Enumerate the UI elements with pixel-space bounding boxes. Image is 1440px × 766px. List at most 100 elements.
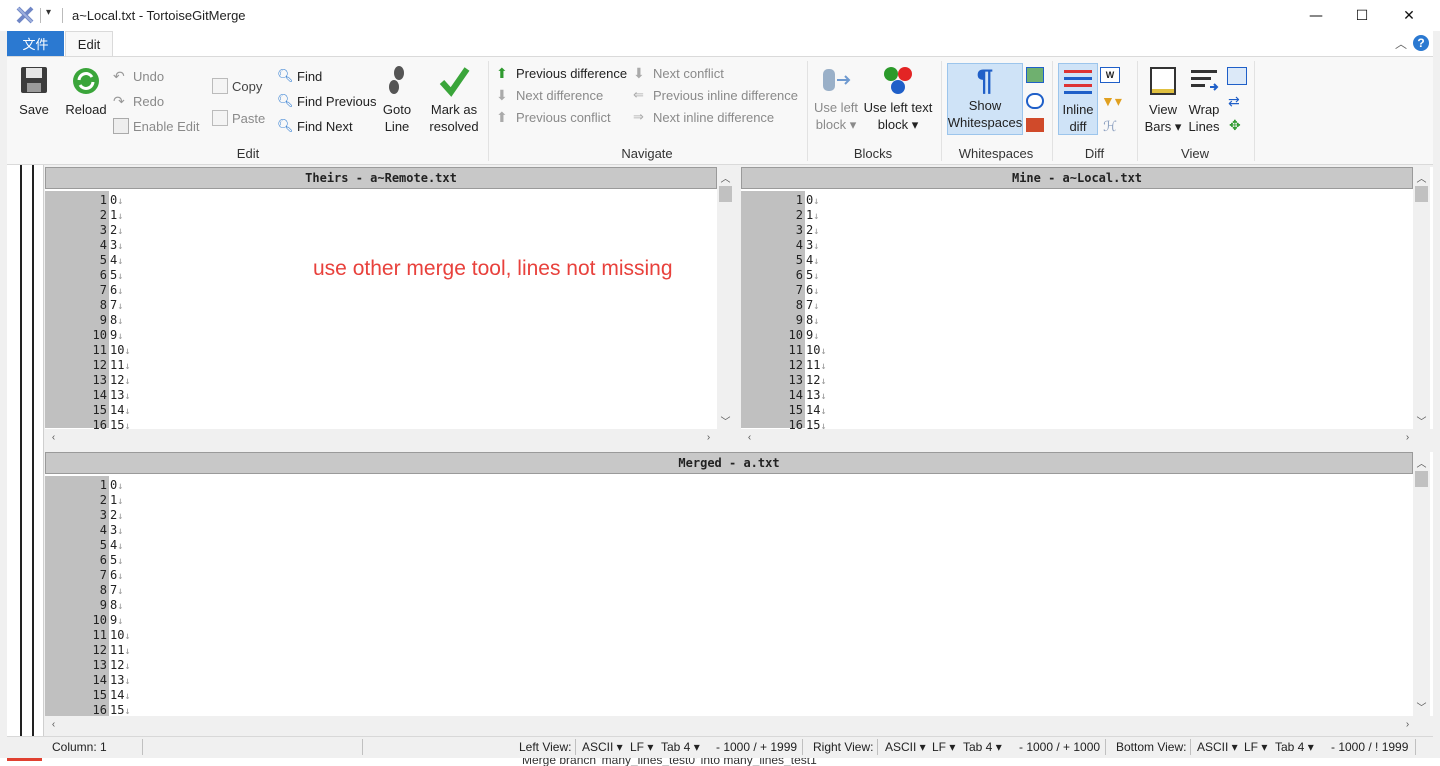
code-line[interactable]: 14 13↓: [45, 673, 1413, 688]
code-line[interactable]: 9 8↓: [45, 598, 1413, 613]
word-diff-icon[interactable]: W: [1100, 67, 1120, 83]
undo-button[interactable]: ↶ Undo: [113, 66, 164, 86]
next-conflict-button[interactable]: ⬇ Next conflict: [633, 63, 724, 83]
next-difference-button[interactable]: ⬇ Next difference: [496, 85, 603, 105]
help-icon[interactable]: ?: [1413, 35, 1429, 51]
code-line[interactable]: 15 14↓: [45, 688, 1413, 703]
show-whitespaces-button[interactable]: ¶ Show Whitespaces: [947, 65, 1023, 131]
save-button[interactable]: Save: [13, 65, 55, 118]
next-inline-difference-button[interactable]: ⇒ Next inline difference: [633, 107, 774, 127]
scroll-left-icon[interactable]: ‹: [741, 429, 758, 446]
find-next-button[interactable]: 🔍︎ Find Next: [277, 116, 353, 136]
merged-horizontal-scrollbar[interactable]: ‹ ›: [45, 716, 1433, 733]
scroll-left-icon[interactable]: ‹: [45, 716, 62, 733]
scroll-right-icon[interactable]: ›: [700, 429, 717, 446]
code-line[interactable]: 15 14↓: [45, 403, 717, 418]
mine-pane[interactable]: Mine - a~Local.txt 1 0↓ 2 1↓ 3 2↓ 4 3↓ 5 4↓ 6 5↓ 7 6↓…: [741, 167, 1433, 446]
code-line[interactable]: 13 12↓: [741, 373, 1413, 388]
code-line[interactable]: 7 6↓: [45, 568, 1413, 583]
scroll-left-icon[interactable]: ‹: [45, 429, 62, 446]
code-line[interactable]: 6 5↓: [45, 553, 1413, 568]
code-line[interactable]: 11 10↓: [45, 343, 717, 358]
code-line[interactable]: 4 3↓: [45, 523, 1413, 538]
close-button[interactable]: ✕: [1386, 0, 1432, 31]
merged-vertical-scrollbar[interactable]: ︿ ﹀: [1413, 452, 1430, 716]
scroll-right-icon[interactable]: ›: [1399, 716, 1416, 733]
swap-icon[interactable]: ⇄: [1228, 93, 1240, 110]
code-line[interactable]: 13 12↓: [45, 658, 1413, 673]
theirs-vertical-scrollbar[interactable]: ︿ ﹀: [717, 167, 734, 429]
tab-edit[interactable]: Edit: [65, 31, 113, 56]
code-line[interactable]: 1 0↓: [45, 193, 717, 208]
maximize-button[interactable]: ☐: [1339, 0, 1385, 31]
code-line[interactable]: 8 7↓: [741, 298, 1413, 313]
scroll-thumb[interactable]: [1415, 471, 1428, 487]
code-line[interactable]: 12 11↓: [45, 643, 1413, 658]
bottom-tab-dropdown[interactable]: Tab 4 ▾: [1275, 740, 1314, 754]
left-tab-dropdown[interactable]: Tab 4 ▾: [661, 740, 700, 754]
code-line[interactable]: 8 7↓: [45, 583, 1413, 598]
bottom-eol-dropdown[interactable]: LF ▾: [1244, 740, 1267, 754]
previous-conflict-button[interactable]: ⬆ Previous conflict: [496, 107, 611, 127]
collapse-icon[interactable]: ✥: [1229, 117, 1241, 134]
code-line[interactable]: 10 9↓: [45, 328, 717, 343]
filter-icon[interactable]: ▼▾: [1101, 93, 1122, 110]
code-line[interactable]: 11 10↓: [45, 628, 1413, 643]
tab-file[interactable]: 文件: [7, 31, 64, 56]
code-line[interactable]: 12 11↓: [741, 358, 1413, 373]
code-line[interactable]: 3 2↓: [45, 508, 1413, 523]
bottom-encoding-dropdown[interactable]: ASCII ▾: [1197, 740, 1238, 754]
minimize-button[interactable]: —: [1293, 0, 1339, 31]
collapse-ribbon-icon[interactable]: ︿: [1395, 35, 1407, 52]
find-previous-button[interactable]: 🔍︎ Find Previous: [277, 91, 376, 111]
goto-line-button[interactable]: Goto Line: [379, 65, 415, 135]
scroll-down-icon[interactable]: ﹀: [717, 412, 734, 429]
code-line[interactable]: 4 3↓: [45, 238, 717, 253]
scroll-down-icon[interactable]: ﹀: [1413, 698, 1430, 715]
scroll-up-icon[interactable]: ︿: [717, 169, 734, 186]
right-encoding-dropdown[interactable]: ASCII ▾: [885, 740, 926, 754]
scroll-thumb[interactable]: [719, 186, 732, 202]
code-line[interactable]: 14 13↓: [45, 388, 717, 403]
scroll-up-icon[interactable]: ︿: [1413, 169, 1430, 186]
code-line[interactable]: 5 4↓: [45, 538, 1413, 553]
mine-horizontal-scrollbar[interactable]: ‹ ›: [741, 429, 1433, 446]
theirs-pane[interactable]: Theirs - a~Remote.txt 1 0↓ 2 1↓ 3 2↓ 4 3↓ 5 4↓ 6 5↓…: [45, 167, 734, 446]
ignore-case-icon[interactable]: [1026, 118, 1044, 132]
inline-diff-button[interactable]: Inline diff: [1058, 65, 1098, 135]
ignore-whitespace-icon[interactable]: [1026, 67, 1044, 83]
code-line[interactable]: 3 2↓: [45, 223, 717, 238]
find-button[interactable]: 🔍︎ Find: [277, 66, 322, 86]
code-line[interactable]: 1 0↓: [45, 478, 1413, 493]
code-line[interactable]: 2 1↓: [741, 208, 1413, 223]
code-line[interactable]: 16 15↓: [45, 703, 1413, 716]
code-line[interactable]: 1 0↓: [741, 193, 1413, 208]
previous-inline-difference-button[interactable]: ⇐ Previous inline difference: [633, 85, 798, 105]
redo-button[interactable]: ↷ Redo: [113, 91, 164, 111]
quick-access-dropdown-icon[interactable]: ▾: [46, 7, 51, 18]
right-eol-dropdown[interactable]: LF ▾: [932, 740, 955, 754]
scroll-thumb[interactable]: [1415, 186, 1428, 202]
view-bars-button[interactable]: View Bars ▾: [1142, 65, 1184, 135]
code-line[interactable]: 5 4↓: [741, 253, 1413, 268]
code-line[interactable]: 14 13↓: [741, 388, 1413, 403]
code-line[interactable]: 10 9↓: [45, 613, 1413, 628]
theirs-horizontal-scrollbar[interactable]: ‹ ›: [45, 429, 734, 446]
reload-button[interactable]: Reload: [63, 65, 109, 118]
code-line[interactable]: 9 8↓: [741, 313, 1413, 328]
merged-pane[interactable]: Merged - a.txt 1 0↓ 2 1↓ 3 2↓ 4 3↓ 5 4↓ 6 5↓ 7 6↓ 8 7↓ 9…: [45, 452, 1433, 733]
code-line[interactable]: 11 10↓: [741, 343, 1413, 358]
left-encoding-dropdown[interactable]: ASCII ▾: [582, 740, 623, 754]
code-line[interactable]: 10 9↓: [741, 328, 1413, 343]
use-left-block-button[interactable]: Use left block ▾: [812, 65, 860, 133]
paste-button[interactable]: Paste: [212, 108, 265, 128]
code-line[interactable]: 3 2↓: [741, 223, 1413, 238]
code-line[interactable]: 13 12↓: [45, 373, 717, 388]
right-tab-dropdown[interactable]: Tab 4 ▾: [963, 740, 1002, 754]
code-line[interactable]: 7 6↓: [45, 283, 717, 298]
code-line[interactable]: 6 5↓: [741, 268, 1413, 283]
code-line[interactable]: 9 8↓: [45, 313, 717, 328]
code-line[interactable]: 2 1↓: [45, 208, 717, 223]
scroll-up-icon[interactable]: ︿: [1413, 454, 1430, 471]
left-eol-dropdown[interactable]: LF ▾: [630, 740, 653, 754]
